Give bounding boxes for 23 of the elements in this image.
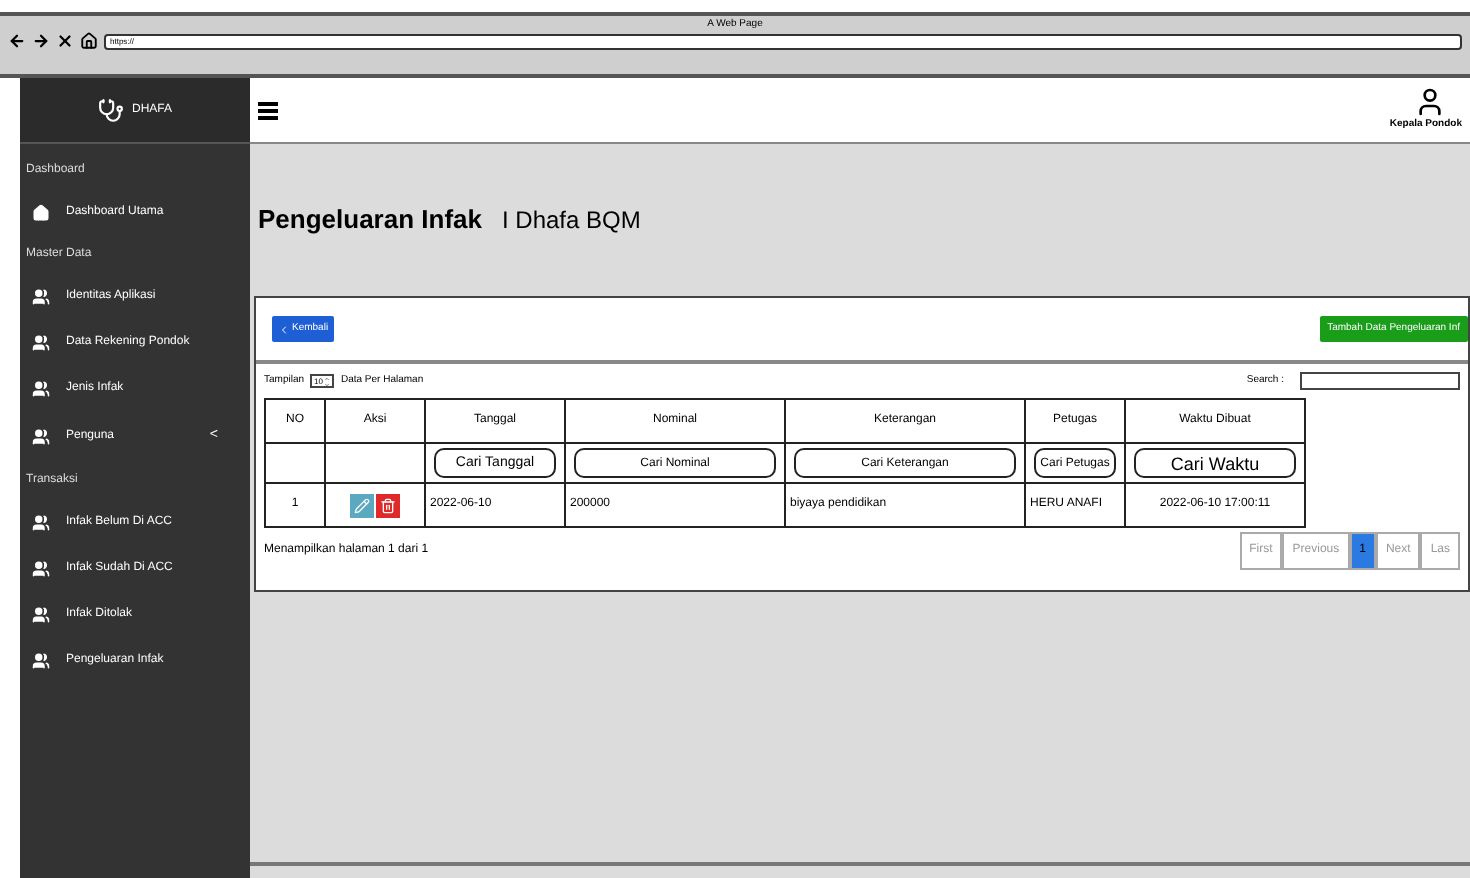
users-icon bbox=[32, 559, 50, 577]
users-icon bbox=[32, 288, 50, 306]
back-icon[interactable] bbox=[8, 32, 26, 50]
delete-button[interactable] bbox=[376, 493, 400, 517]
users-icon bbox=[32, 513, 50, 531]
search-field[interactable] bbox=[1300, 372, 1460, 390]
users-icon bbox=[32, 334, 50, 352]
user-icon[interactable] bbox=[1414, 86, 1446, 119]
page-title: Pengeluaran Infak bbox=[258, 202, 482, 239]
users-icon bbox=[32, 651, 50, 669]
stethoscope-icon bbox=[97, 97, 124, 123]
menu-icon[interactable] bbox=[258, 101, 278, 119]
close-icon[interactable] bbox=[56, 32, 74, 50]
home-icon bbox=[32, 204, 50, 222]
filter-field[interactable]: Cari Waktu bbox=[1134, 448, 1296, 478]
home-icon[interactable] bbox=[80, 32, 98, 50]
forward-icon[interactable] bbox=[32, 32, 50, 50]
users-icon bbox=[32, 380, 50, 398]
chevron-left-icon bbox=[278, 323, 290, 335]
page-subtitle: I Dhafa BQM bbox=[501, 204, 641, 238]
users-icon bbox=[32, 427, 50, 446]
edit-button[interactable] bbox=[350, 493, 374, 517]
users-icon bbox=[32, 605, 50, 623]
